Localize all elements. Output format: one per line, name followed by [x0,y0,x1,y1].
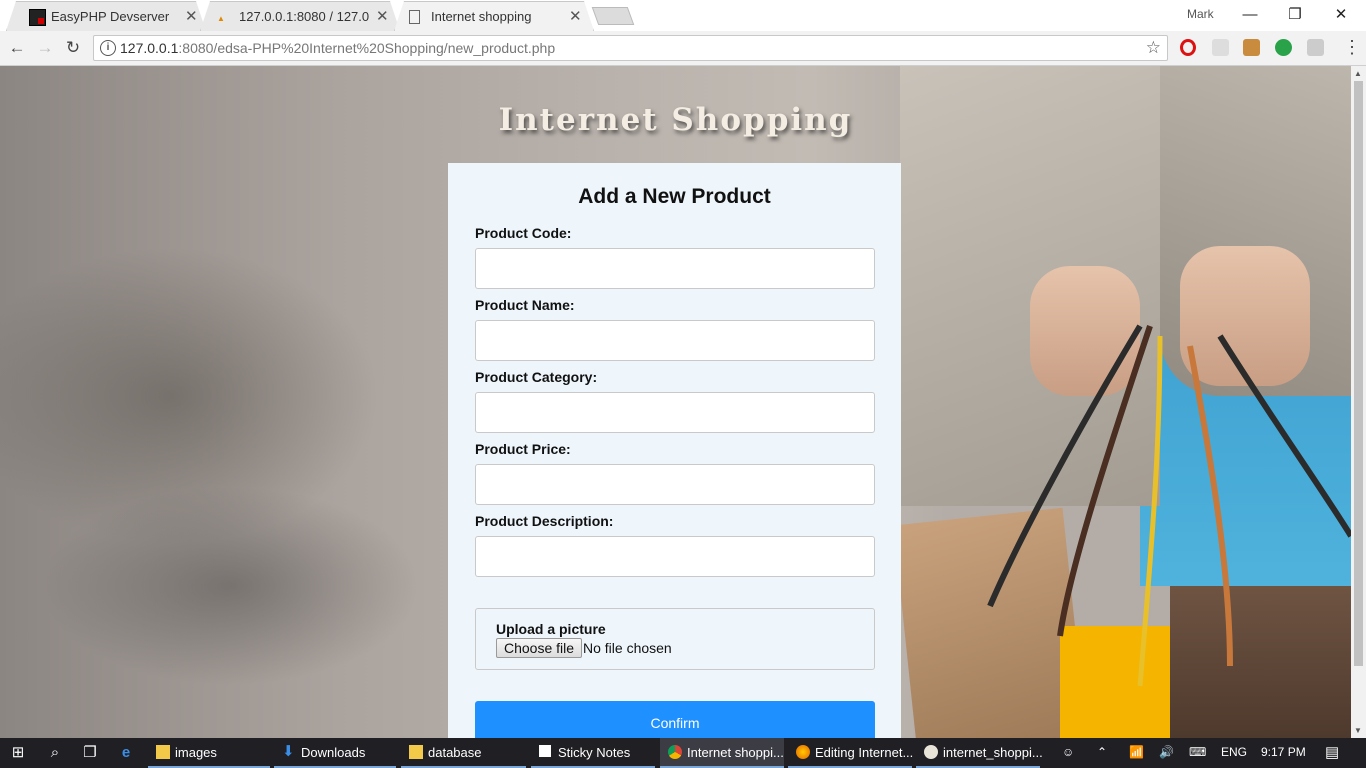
extension-face-icon[interactable] [1243,39,1260,56]
file-status: No file chosen [583,640,672,656]
sticky-notes-icon [539,745,551,757]
address-bar[interactable]: i 127.0.0.1:8080/edsa-PHP%20Internet%20S… [93,35,1168,61]
close-icon[interactable]: ✕ [376,7,389,25]
background-blur [40,486,420,686]
network-icon[interactable]: 📶 [1129,745,1144,759]
tab-title: EasyPHP Devserver [51,9,170,24]
new-tab-button[interactable] [591,7,635,25]
profile-name[interactable]: Mark [1187,7,1214,21]
menu-icon[interactable]: ⋮ [1343,37,1361,58]
product-description-label: Product Description: [475,513,614,529]
minimize-icon[interactable]: — [1227,3,1273,27]
phpmyadmin-icon: ▲ [217,14,225,23]
product-price-input[interactable] [475,464,875,505]
folder-icon [156,745,170,759]
language-indicator[interactable]: ENG [1221,745,1247,759]
clock[interactable]: 9:17 PM [1261,745,1306,759]
product-name-input[interactable] [475,320,875,361]
extension-screen-icon[interactable] [1307,39,1324,56]
tab-internet-shopping[interactable]: Internet shopping ✕ [394,1,594,31]
extension-icon[interactable] [1212,39,1229,56]
upload-label: Upload a picture [496,621,606,637]
easyphp-icon [29,9,46,26]
window-close-icon[interactable]: ✕ [1318,3,1364,27]
taskbar: ⊞ ⌕ ❐ e images ⬇ Downloads database Stic… [0,738,1366,768]
reload-icon[interactable]: ↻ [62,37,84,59]
people-icon[interactable]: ☺ [1062,745,1074,759]
page-scrollbar[interactable]: ▲ ▼ [1351,66,1366,738]
choose-file-button[interactable]: Choose file [496,638,583,658]
product-category-input[interactable] [475,392,875,433]
download-icon: ⬇ [282,743,295,760]
input-method-icon[interactable]: ⌨ [1189,745,1206,759]
firefox-icon [796,745,810,759]
product-name-label: Product Name: [475,297,575,313]
notifications-icon[interactable]: ▤ [1325,743,1339,761]
windows-start-icon[interactable]: ⊞ [0,738,36,768]
tab-title: 127.0.0.1:8080 / 127.0.0.1 [239,9,369,24]
product-price-label: Product Price: [475,441,571,457]
tab-title: Internet shopping [431,9,532,24]
chevron-up-icon[interactable]: ⌃ [1097,745,1107,759]
taskbar-item-paint[interactable]: internet_shoppi... [916,738,1043,768]
back-icon[interactable]: ← [6,37,28,59]
chrome-icon [668,745,682,759]
info-icon[interactable]: i [100,40,116,56]
taskbar-item-downloads[interactable]: ⬇ Downloads [274,738,396,768]
product-description-input[interactable] [475,536,875,577]
scroll-up-icon[interactable]: ▲ [1354,69,1362,78]
paint-icon [924,745,938,759]
scroll-down-icon[interactable]: ▼ [1354,726,1362,735]
upload-picture-box: Upload a picture Choose file No file cho… [475,608,875,670]
search-icon[interactable]: ⌕ [37,738,73,768]
taskbar-item-database[interactable]: database [401,738,526,768]
url-text[interactable]: 127.0.0.1:8080/edsa-PHP%20Internet%20Sho… [120,40,555,56]
tab-easyphp[interactable]: EasyPHP Devserver ✕ [6,1,206,31]
browser-toolbar: ← → ↻ i 127.0.0.1:8080/edsa-PHP%20Intern… [0,31,1366,66]
volume-icon[interactable]: 🔊 [1159,745,1174,759]
product-category-label: Product Category: [475,369,598,385]
taskbar-item-images[interactable]: images [148,738,270,768]
bag-handles [987,324,1351,687]
forward-icon[interactable]: → [34,37,56,59]
opera-icon[interactable] [1180,39,1196,56]
form-heading: Add a New Product [578,185,771,208]
taskbar-item-sticky-notes[interactable]: Sticky Notes [531,738,655,768]
product-code-input[interactable] [475,248,875,289]
task-view-icon[interactable]: ❐ [72,738,108,768]
taskbar-item-chrome[interactable]: Internet shoppi... [660,738,784,768]
product-code-label: Product Code: [475,225,572,241]
tab-phpmyadmin[interactable]: ▲ 127.0.0.1:8080 / 127.0.0.1 ✕ [200,1,400,31]
close-icon[interactable]: ✕ [569,7,582,25]
page-viewport: Internet Shopping Add a New Product Prod… [0,66,1351,738]
site-title: Internet Shopping [498,102,853,138]
confirm-button[interactable]: Confirm [475,701,875,738]
restore-icon[interactable]: ❐ [1272,3,1318,27]
close-icon[interactable]: ✕ [185,7,198,25]
folder-icon [409,745,423,759]
bookmark-star-icon[interactable]: ☆ [1146,38,1161,58]
scroll-thumb[interactable] [1354,81,1363,666]
add-product-form: Add a New Product Product Code: Product … [448,163,901,738]
page-icon [409,10,420,24]
tab-strip: EasyPHP Devserver ✕ ▲ 127.0.0.1:8080 / 1… [0,0,1366,32]
edge-icon[interactable]: e [108,738,144,768]
extension-badge-icon[interactable] [1275,39,1292,56]
taskbar-item-firefox[interactable]: Editing Internet... [788,738,913,768]
